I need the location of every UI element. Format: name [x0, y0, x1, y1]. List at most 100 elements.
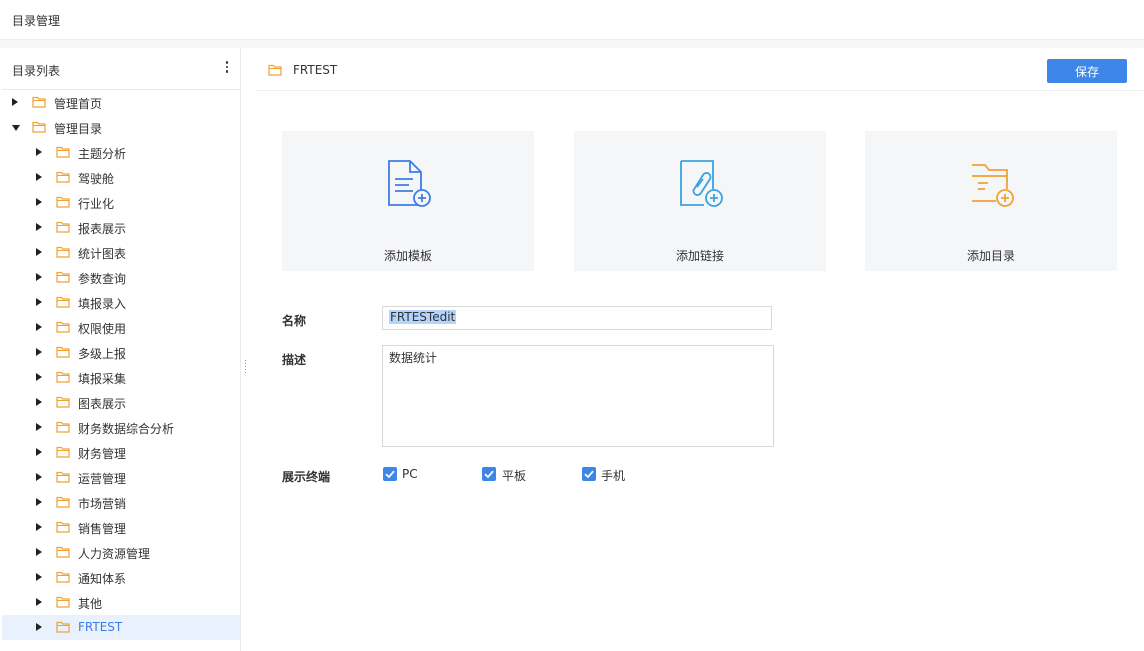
- caret-right-icon[interactable]: [36, 248, 42, 256]
- main-panel: FRTEST 保存 添加模板 添加链接 添加目录 名称 FRTESTedit 描…: [256, 48, 1144, 651]
- tree-item-label: FRTEST: [78, 620, 123, 634]
- folder-icon: [56, 271, 70, 283]
- tree-item-label: 市场营销: [78, 497, 127, 511]
- caret-right-icon[interactable]: [36, 223, 42, 231]
- caret-right-icon[interactable]: [36, 273, 42, 281]
- caret-right-icon[interactable]: [36, 623, 42, 631]
- tree-item[interactable]: 管理首页: [2, 90, 240, 115]
- tree-item-label: 多级上报: [78, 347, 127, 361]
- folder-icon: [56, 546, 70, 558]
- folder-icon: [56, 621, 70, 633]
- caret-right-icon[interactable]: [12, 98, 18, 106]
- checkmark-icon: [385, 470, 395, 479]
- resize-handle-icon[interactable]: [244, 360, 248, 374]
- folder-icon: [56, 446, 70, 458]
- caret-right-icon[interactable]: [36, 298, 42, 306]
- caret-right-icon[interactable]: [36, 423, 42, 431]
- folder-icon: [56, 246, 70, 258]
- tree-item[interactable]: 主题分析: [2, 140, 240, 165]
- add-folder-label: 添加目录: [966, 249, 1015, 263]
- name-field[interactable]: FRTESTedit: [382, 306, 772, 330]
- save-button[interactable]: 保存: [1047, 59, 1127, 83]
- add-link-icon: [680, 160, 723, 207]
- tree-item[interactable]: 行业化: [2, 190, 240, 215]
- tree-item[interactable]: 图表展示: [2, 390, 240, 415]
- folder-icon: [32, 96, 46, 108]
- caret-right-icon[interactable]: [36, 173, 42, 181]
- tree-item[interactable]: FRTEST: [2, 615, 240, 640]
- tree-item[interactable]: 财务管理: [2, 440, 240, 465]
- tree-item[interactable]: 人力资源管理: [2, 540, 240, 565]
- name-value: FRTESTedit: [389, 310, 457, 324]
- tree-item[interactable]: 参数查询: [2, 265, 240, 290]
- caret-right-icon[interactable]: [36, 323, 42, 331]
- tree-item[interactable]: 其他: [2, 590, 240, 615]
- folder-icon: [56, 196, 70, 208]
- folder-icon: [56, 321, 70, 333]
- phone-checkbox[interactable]: [582, 467, 596, 481]
- tablet-checkbox[interactable]: [482, 467, 496, 481]
- more-options-icon[interactable]: [224, 61, 230, 75]
- tree-item-label: 主题分析: [78, 147, 127, 161]
- tree-item[interactable]: 销售管理: [2, 515, 240, 540]
- caret-right-icon[interactable]: [36, 448, 42, 456]
- caret-right-icon[interactable]: [36, 523, 42, 531]
- name-label: 名称: [282, 314, 307, 328]
- add-link-card[interactable]: 添加链接: [574, 131, 826, 271]
- caret-right-icon[interactable]: [36, 473, 42, 481]
- tree-item[interactable]: 运营管理: [2, 465, 240, 490]
- add-folder-icon: [972, 164, 1014, 207]
- tree-item[interactable]: 权限使用: [2, 315, 240, 340]
- tree-item[interactable]: 多级上报: [2, 340, 240, 365]
- add-template-label: 添加模板: [383, 249, 432, 263]
- tree-item[interactable]: 驾驶舱: [2, 165, 240, 190]
- tree-item-label: 图表展示: [78, 397, 127, 411]
- caret-down-icon[interactable]: [12, 125, 20, 131]
- folder-icon: [56, 221, 70, 233]
- tree-item-label: 填报采集: [78, 372, 127, 386]
- folder-icon: [56, 496, 70, 508]
- tree-item[interactable]: 报表展示: [2, 215, 240, 240]
- caret-right-icon[interactable]: [36, 198, 42, 206]
- tree-item[interactable]: 统计图表: [2, 240, 240, 265]
- pc-checkbox[interactable]: [383, 467, 397, 481]
- caret-right-icon[interactable]: [36, 348, 42, 356]
- tree-item-label: 财务管理: [78, 447, 127, 461]
- add-folder-card[interactable]: 添加目录: [865, 131, 1117, 271]
- checkmark-icon: [484, 470, 494, 479]
- phone-label: 手机: [601, 469, 626, 483]
- caret-right-icon[interactable]: [36, 598, 42, 606]
- folder-icon: [56, 371, 70, 383]
- tree-item[interactable]: 填报录入: [2, 290, 240, 315]
- tree-item[interactable]: 通知体系: [2, 565, 240, 590]
- caret-right-icon[interactable]: [36, 548, 42, 556]
- page-title: 目录管理: [12, 14, 61, 28]
- tree-item[interactable]: 市场营销: [2, 490, 240, 515]
- tree-item-label: 运营管理: [78, 472, 127, 486]
- description-field[interactable]: 数据统计: [382, 345, 774, 447]
- add-template-card[interactable]: 添加模板: [282, 131, 534, 271]
- main-header: FRTEST 保存: [256, 48, 1144, 91]
- folder-icon: [56, 171, 70, 183]
- folder-icon: [32, 121, 46, 133]
- tree-item[interactable]: 填报采集: [2, 365, 240, 390]
- description-value: 数据统计: [389, 351, 438, 365]
- tree-item-label: 驾驶舱: [78, 172, 115, 186]
- tree-item[interactable]: 管理目录: [2, 115, 240, 140]
- tree-item[interactable]: 财务数据综合分析: [2, 415, 240, 440]
- caret-right-icon[interactable]: [36, 573, 42, 581]
- caret-right-icon[interactable]: [36, 148, 42, 156]
- tree-item-label: 报表展示: [78, 222, 127, 236]
- description-label: 描述: [282, 353, 307, 367]
- top-gap: [0, 40, 1144, 48]
- add-link-label: 添加链接: [675, 249, 724, 263]
- caret-right-icon[interactable]: [36, 498, 42, 506]
- checkmark-icon: [584, 470, 594, 479]
- caret-right-icon[interactable]: [36, 373, 42, 381]
- tree-item-label: 财务数据综合分析: [78, 422, 175, 436]
- caret-right-icon[interactable]: [36, 398, 42, 406]
- top-bar: 目录管理: [0, 0, 1144, 40]
- folder-icon: [56, 396, 70, 408]
- sidebar: 目录列表 管理首页 管理目录 主题分析 驾驶舱 行业化 报表展示 统计图表 参数查询 填报录入权…: [2, 48, 241, 651]
- terminal-label: 展示终端: [282, 470, 331, 484]
